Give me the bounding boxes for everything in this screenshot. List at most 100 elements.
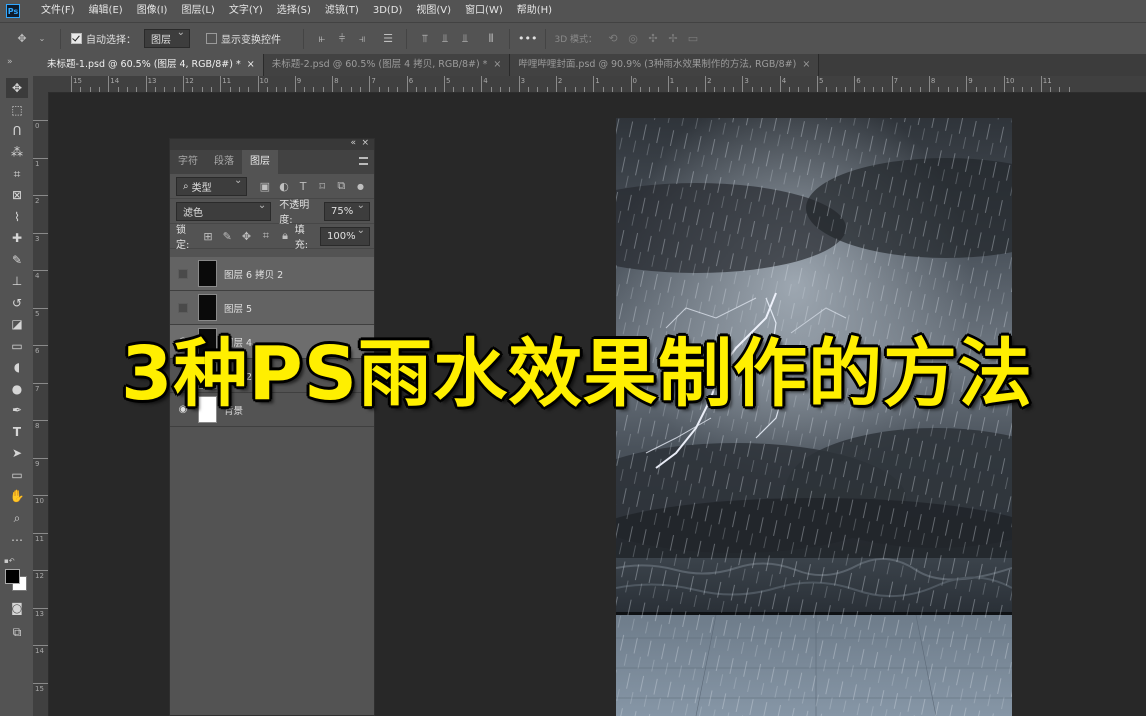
menu-image[interactable]: 图像(I)	[130, 0, 175, 22]
layer-thumbnail	[198, 294, 217, 321]
align-top-icon[interactable]: ⫪	[417, 31, 433, 47]
3d-camera-icon[interactable]: ▭	[685, 31, 701, 47]
menu-type[interactable]: 文字(Y)	[222, 0, 270, 22]
layer-row[interactable]: 图层 5	[170, 291, 374, 325]
ruler-subtick	[639, 87, 641, 92]
menu-select[interactable]: 选择(S)	[270, 0, 318, 22]
filter-smart-object-icon[interactable]: ⧉	[334, 178, 349, 194]
tab-document-2[interactable]: 未标题-2.psd @ 60.5% (图层 4 拷贝, RGB/8#) * ×	[263, 54, 511, 76]
edit-toolbar-icon[interactable]: ⋯	[6, 530, 28, 550]
visibility-toggle[interactable]	[176, 267, 190, 281]
align-left-icon[interactable]: ⫦	[314, 31, 330, 47]
magic-wand-tool-icon[interactable]: ⁂	[6, 142, 28, 162]
brush-tool-icon[interactable]: ✎	[6, 250, 28, 270]
3d-orbit-icon[interactable]: ⟲	[605, 31, 621, 47]
ruler-tick	[742, 76, 744, 92]
tab-document-1[interactable]: 未标题-1.psd @ 60.5% (图层 4, RGB/8#) * ×	[39, 54, 264, 76]
visibility-toggle[interactable]	[176, 301, 190, 315]
lock-position-icon[interactable]: ✥	[239, 228, 254, 244]
distribute-icon[interactable]: ☰	[380, 31, 396, 47]
move-tool-icon[interactable]: ✥	[6, 78, 28, 98]
menu-3d[interactable]: 3D(D)	[366, 0, 410, 22]
move-tool-icon[interactable]: ✥	[14, 31, 30, 47]
ruler-subtick	[1012, 87, 1014, 92]
fill-field[interactable]: 100%	[320, 225, 371, 246]
ruler-tick	[33, 120, 48, 121]
hand-tool-icon[interactable]: ✋	[6, 486, 28, 506]
tool-preset-chevron-icon[interactable]: ⌄	[34, 31, 50, 47]
align-vcenter-icon[interactable]: ⫫	[437, 31, 453, 47]
type-tool-icon[interactable]: T	[6, 422, 28, 442]
close-icon[interactable]: ×	[802, 59, 810, 70]
menu-bar: Ps 文件(F) 编辑(E) 图像(I) 图层(L) 文字(Y) 选择(S) 滤…	[0, 0, 1146, 22]
collapse-panel-icon[interactable]: «	[350, 138, 356, 148]
zoom-tool-icon[interactable]: ⌕	[6, 508, 28, 528]
ruler-label: 15	[35, 684, 44, 693]
frame-tool-icon[interactable]: ⊠	[6, 185, 28, 205]
lock-transparent-icon[interactable]: ⊞	[200, 228, 215, 244]
menu-help[interactable]: 帮助(H)	[510, 0, 559, 22]
menu-filter[interactable]: 滤镜(T)	[318, 0, 366, 22]
close-panel-icon[interactable]: ×	[361, 138, 369, 148]
blend-mode-dropdown[interactable]: 滤色	[176, 200, 272, 221]
tab-character[interactable]: 字符	[170, 150, 206, 174]
panel-menu-icon[interactable]	[359, 157, 368, 165]
ruler-label: 1	[35, 159, 40, 168]
lock-all-icon[interactable]: 🔒︎	[277, 228, 292, 244]
lock-label: 锁定:	[176, 225, 190, 251]
filter-shape-icon[interactable]: ⌑	[315, 178, 330, 194]
align-bottom-icon[interactable]: ⫫	[457, 31, 473, 47]
lock-artboard-icon[interactable]: ⌗	[258, 228, 273, 244]
menu-file[interactable]: 文件(F)	[34, 0, 82, 22]
align-right-icon[interactable]: ⫣	[354, 31, 370, 47]
ruler-subtick	[201, 87, 203, 92]
opacity-field[interactable]: 75%	[324, 200, 370, 221]
3d-roll-icon[interactable]: ◎	[625, 31, 641, 47]
ruler-label: 7	[371, 77, 376, 85]
distribute-v-icon[interactable]: ⫴	[483, 31, 499, 47]
tab-paragraph[interactable]: 段落	[206, 150, 242, 174]
rectangle-tool-icon[interactable]: ▭	[6, 465, 28, 485]
history-brush-tool-icon[interactable]: ↺	[6, 293, 28, 313]
crop-tool-icon[interactable]: ⌗	[6, 164, 28, 184]
ruler-tick	[33, 645, 48, 646]
screen-mode-icon[interactable]: ⧉	[6, 622, 28, 642]
menu-window[interactable]: 窗口(W)	[458, 0, 510, 22]
3d-slide-icon[interactable]: ✢	[665, 31, 681, 47]
close-icon[interactable]: ×	[247, 59, 255, 70]
ruler-subtick	[789, 87, 791, 92]
stamp-tool-icon[interactable]: ⊥	[6, 271, 28, 291]
headline-title: 3种PS雨水效果制作的方法	[120, 331, 1034, 417]
align-hcenter-icon[interactable]: ⫩	[334, 31, 350, 47]
tab-layers[interactable]: 图层	[242, 150, 278, 174]
healing-brush-tool-icon[interactable]: ✚	[6, 228, 28, 248]
menu-edit[interactable]: 编辑(E)	[82, 0, 130, 22]
collapse-icon[interactable]: »	[7, 57, 13, 67]
menu-view[interactable]: 视图(V)	[409, 0, 458, 22]
path-selection-tool-icon[interactable]: ➤	[6, 443, 28, 463]
tab-document-3[interactable]: 哔哩哔哩封面.psd @ 90.9% (3种雨水效果制作的方法, RGB/8#)…	[510, 54, 820, 76]
foreground-color-swatch[interactable]	[5, 569, 20, 584]
filter-pixel-icon[interactable]: ▣	[257, 178, 272, 194]
marquee-tool-icon[interactable]: ⬚	[6, 100, 28, 120]
layer-row[interactable]: 图层 6 拷贝 2	[170, 257, 374, 291]
default-colors-icon[interactable]: ▪↶	[4, 557, 15, 565]
filter-type-icon[interactable]: T	[296, 178, 311, 194]
ruler-subtick	[882, 87, 884, 92]
ruler-tick	[182, 76, 184, 92]
auto-select-checkbox[interactable]	[71, 33, 82, 44]
layer-filter-dropdown[interactable]: ⌕ 类型	[176, 175, 248, 196]
auto-select-dropdown[interactable]: 图层	[144, 27, 190, 48]
quick-mask-icon[interactable]: ◙	[6, 598, 28, 618]
filter-adjustment-icon[interactable]: ◐	[276, 178, 291, 194]
3d-pan-icon[interactable]: ✣	[645, 31, 661, 47]
show-transform-checkbox[interactable]	[206, 33, 217, 44]
close-icon[interactable]: ×	[493, 59, 501, 70]
layer-filter-row: ⌕类型 ▣ ◐ T ⌑ ⧉ ●	[170, 174, 374, 199]
filter-toggle-icon[interactable]: ●	[353, 178, 368, 194]
eyedropper-tool-icon[interactable]: ⌇	[6, 207, 28, 227]
lock-pixels-icon[interactable]: ✎	[220, 228, 235, 244]
menu-layer[interactable]: 图层(L)	[174, 0, 221, 22]
lasso-tool-icon[interactable]: ᑎ	[6, 121, 28, 141]
more-options-button[interactable]: •••	[518, 32, 537, 45]
